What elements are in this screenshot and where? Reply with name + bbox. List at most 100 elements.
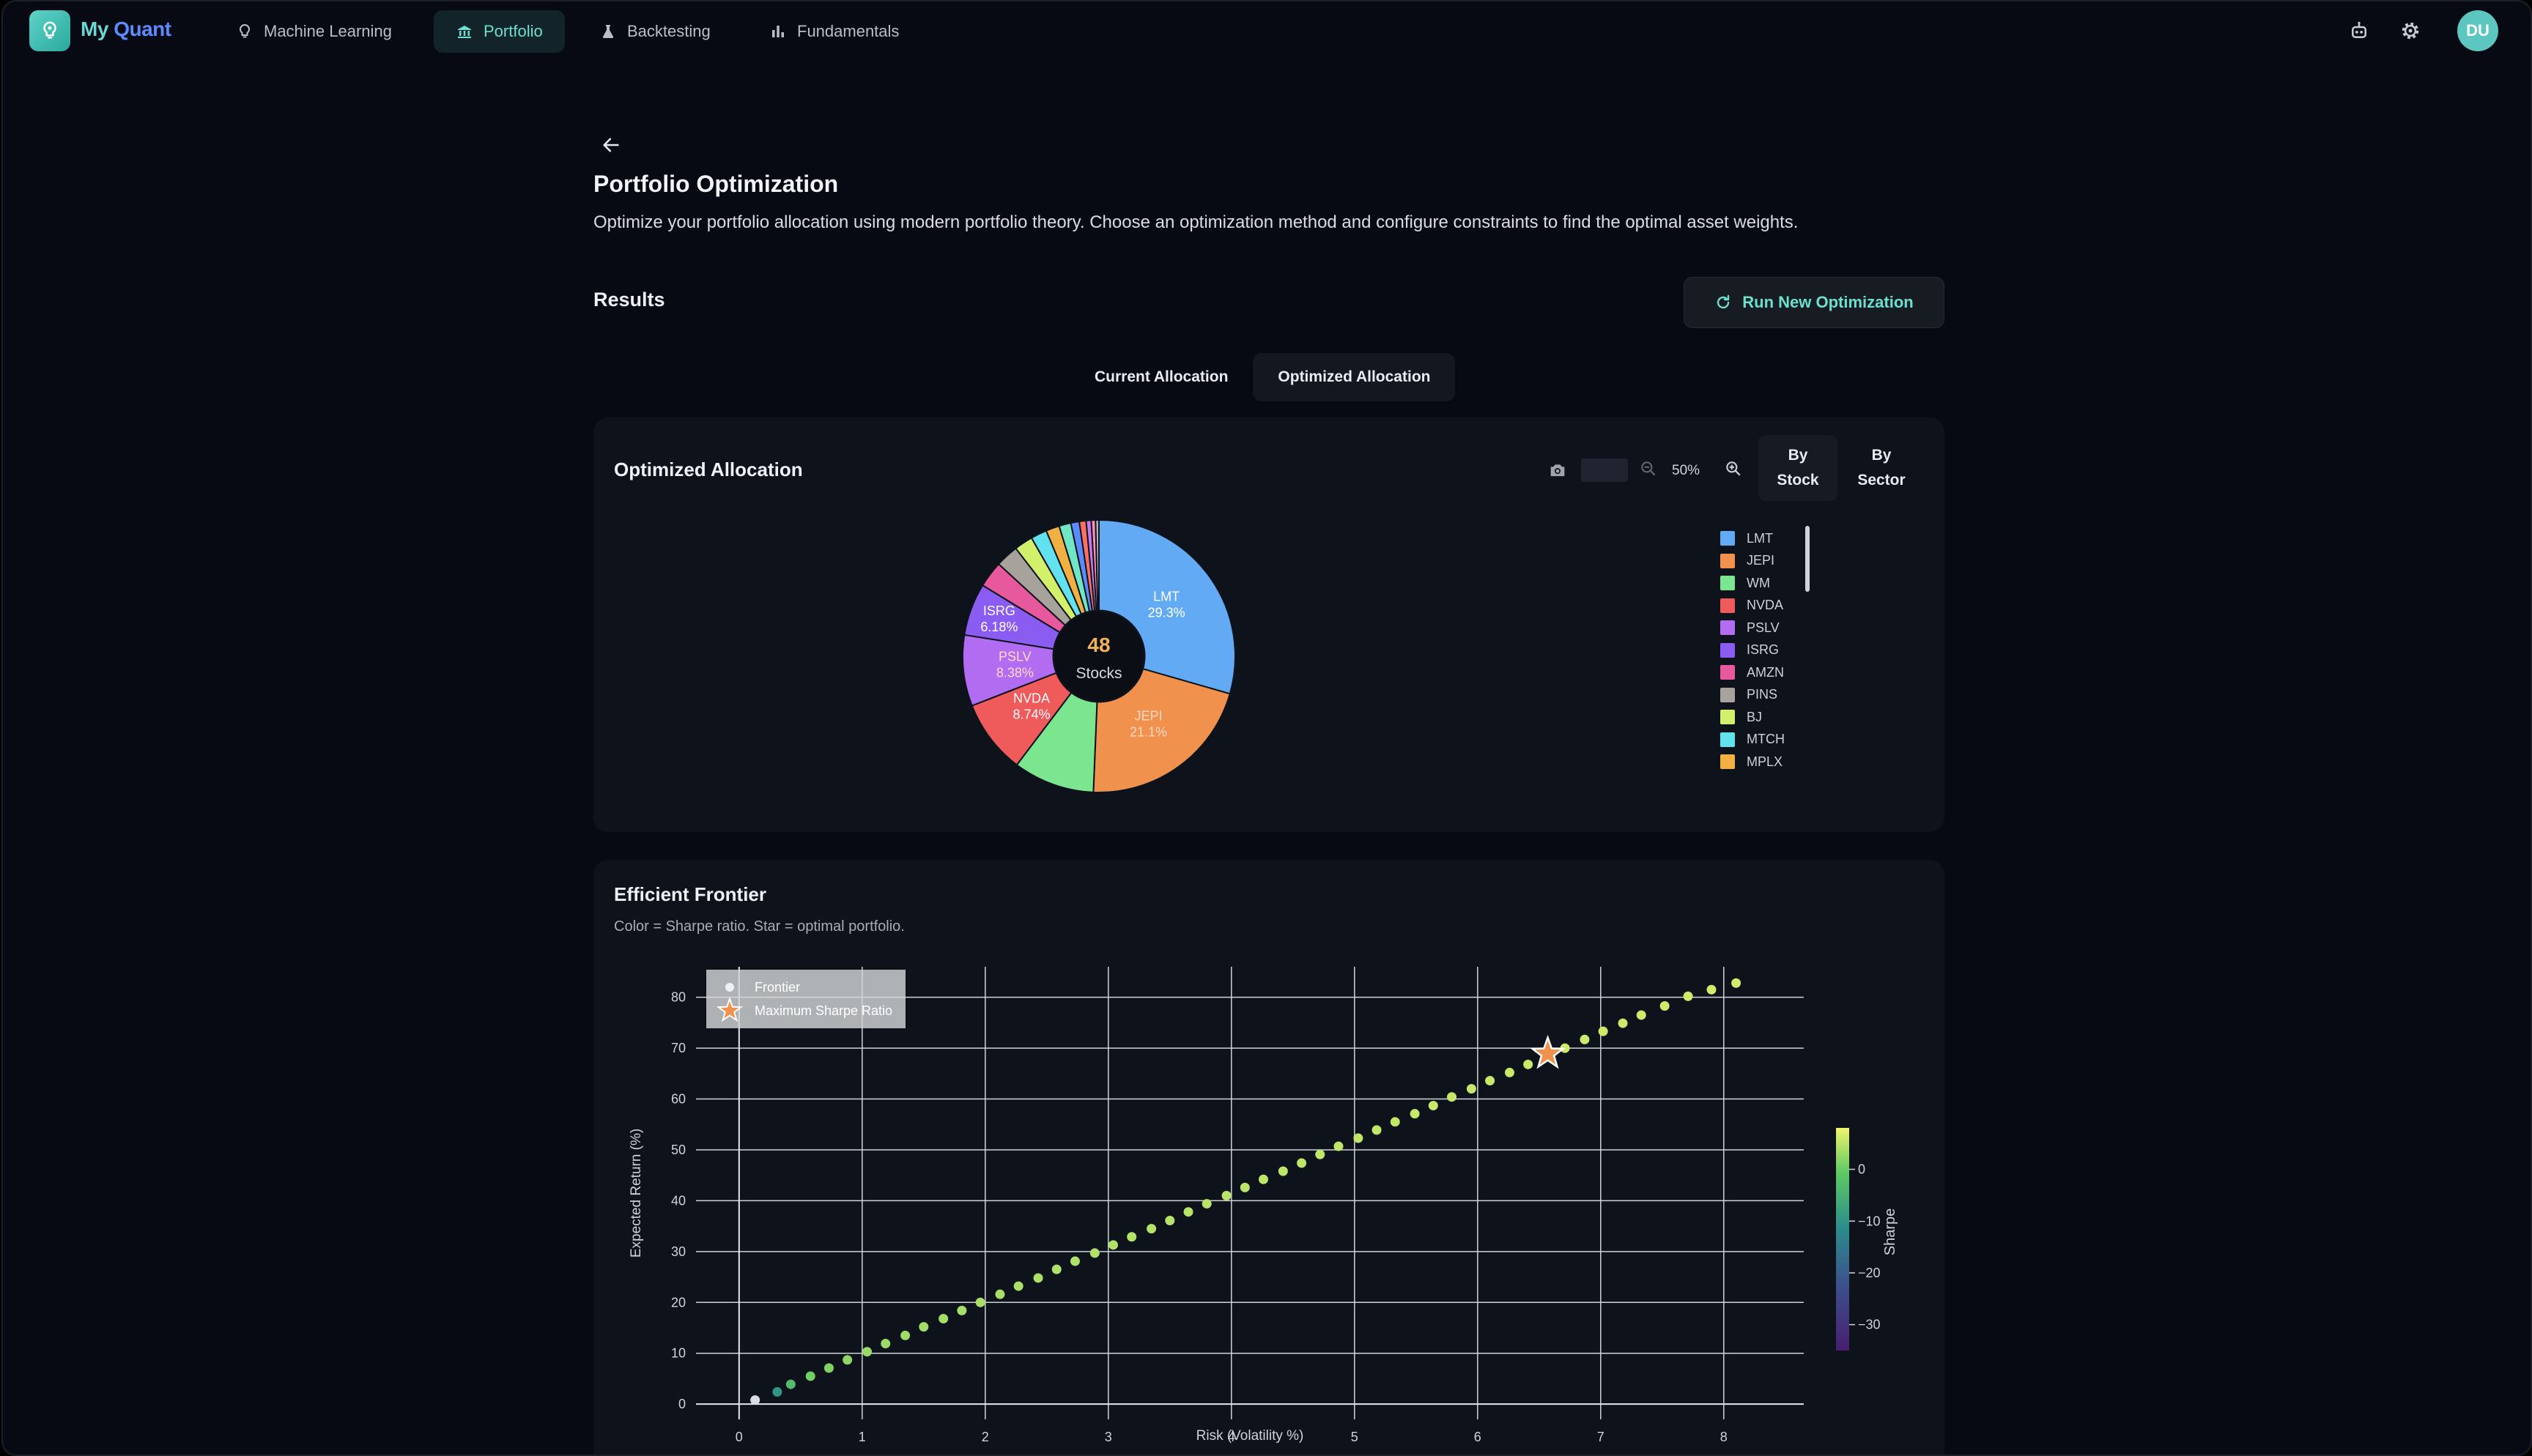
frontier-point (1333, 1141, 1344, 1151)
brand-name[interactable]: My Quant (81, 18, 171, 41)
colorbar-tick-label: −10 (1858, 1214, 1881, 1228)
robot-button[interactable] (2346, 18, 2372, 44)
allocation-pie-chart: LMT 29.3% JEPI21.1% NVDA8.74% PSLV8.38% ISRG 6… (962, 519, 1236, 793)
pie-slice-percent: 6.18% (980, 620, 1018, 634)
frontier-point (1636, 1010, 1646, 1020)
frontier-point (1659, 1000, 1670, 1011)
frontier-point (823, 1363, 834, 1373)
frontier-point (957, 1305, 967, 1315)
nav-machine-learning[interactable]: Machine Learning (214, 10, 414, 53)
by-sector-toggle[interactable]: By Sector (1842, 435, 1921, 501)
frontier-point (1466, 1084, 1476, 1094)
sharpe-colorbar (1836, 1128, 1849, 1351)
legend-item-jepi[interactable]: JEPI (1720, 550, 1788, 573)
frontier-point (1580, 1034, 1590, 1044)
x-tick-label: 7 (1597, 1430, 1604, 1444)
frontier-point (750, 1395, 760, 1405)
legend-label: PSLV (1747, 620, 1780, 635)
legend-scrollbar[interactable] (1805, 526, 1810, 592)
frontier-card-title: Efficient Frontier (614, 883, 767, 905)
zoom-in-button[interactable] (1719, 454, 1748, 483)
frontier-point (975, 1297, 985, 1307)
frontier-point (1297, 1158, 1307, 1168)
efficient-frontier-chart: 0 1 2 3 4 5 6 7 801020304050607080Risk (Volatili… (629, 967, 1898, 1444)
donut-center-label: Stocks (1076, 665, 1122, 682)
refresh-icon (1717, 294, 1730, 309)
camera-icon (1550, 464, 1565, 477)
legend-item-mtch[interactable]: MTCH (1720, 729, 1788, 751)
legend-label-max-sharpe: Maximum Sharpe Ratio (755, 1003, 892, 1018)
x-tick-label: 8 (1720, 1430, 1728, 1444)
frontier-point (1258, 1174, 1268, 1184)
zoom-out-button[interactable] (1634, 454, 1663, 483)
nav-label: Portfolio (484, 22, 543, 40)
brand-name-part2: Quant (114, 18, 171, 40)
optimal-portfolio-star[interactable] (1530, 1034, 1566, 1069)
frontier-point (881, 1339, 891, 1349)
x-tick-label: 0 (736, 1430, 743, 1444)
zoom-slider[interactable] (1581, 458, 1628, 482)
legend-item-wm[interactable]: WM (1720, 572, 1788, 595)
allocation-legend: LMTJEPIWMNVDAPSLVISRGAMZNPINSBJMTCHMPLXL… (1720, 527, 1788, 769)
frontier-point (1683, 991, 1693, 1001)
gear-icon (2402, 22, 2419, 40)
allocation-tabs: Current Allocation Optimized Allocation (1070, 353, 1456, 401)
y-tick-label: 0 (678, 1397, 686, 1411)
toggle-line2: Sector (1857, 472, 1906, 489)
tab-optimized-allocation[interactable]: Optimized Allocation (1253, 353, 1456, 401)
legend-swatch (1720, 687, 1735, 702)
frontier-point (1127, 1232, 1137, 1242)
frontier-point (919, 1322, 929, 1332)
legend-item-nvda[interactable]: NVDA (1720, 595, 1788, 617)
frontier-point (1504, 1067, 1514, 1077)
nav-fundamentals[interactable]: Fundamentals (747, 10, 921, 53)
legend-item-bj[interactable]: BJ (1720, 706, 1788, 729)
legend-swatch (1720, 531, 1735, 546)
y-axis-label: Expected Return (%) (629, 1129, 644, 1258)
frontier-point (1390, 1117, 1400, 1127)
legend-item-lmt[interactable]: LMT (1720, 527, 1788, 550)
legend-label: WM (1747, 575, 1770, 590)
frontier-point (1731, 978, 1741, 988)
page-title: Portfolio Optimization (593, 171, 839, 197)
download-image-button[interactable] (1543, 456, 1572, 485)
frontier-point (1202, 1199, 1212, 1209)
legend-item-amzn[interactable]: AMZN (1720, 661, 1788, 684)
legend-label: BJ (1747, 709, 1763, 724)
legend-label: PINS (1747, 687, 1778, 702)
legend-item-isrg[interactable]: ISRG (1720, 639, 1788, 662)
pie-slice-percent: 8.74% (1013, 707, 1051, 722)
y-tick-label: 80 (671, 990, 686, 1005)
colorbar-tick-label: −30 (1858, 1318, 1881, 1332)
legend-item-pins[interactable]: PINS (1720, 684, 1788, 707)
run-new-optimization-button[interactable]: Run New Optimization (1684, 277, 1944, 328)
brand-logo[interactable] (29, 10, 70, 51)
nav-backtesting[interactable]: Backtesting (577, 10, 733, 53)
frontier-point (995, 1289, 1005, 1299)
frontier-point (939, 1314, 949, 1324)
legend-label: MPLX (1747, 754, 1783, 769)
back-button[interactable] (595, 129, 627, 161)
nav-portfolio[interactable]: Portfolio (434, 10, 565, 53)
robot-icon (2352, 21, 2366, 38)
brain-logo-icon (43, 21, 56, 39)
user-avatar[interactable]: DU (2457, 10, 2498, 51)
frontier-point (900, 1330, 911, 1340)
toggle-line1: By (1871, 447, 1892, 464)
bar-chart-icon (772, 26, 784, 37)
by-stock-toggle[interactable]: By Stock (1758, 435, 1837, 501)
frontier-point (1618, 1018, 1628, 1028)
run-button-label: Run New Optimization (1742, 293, 1914, 311)
y-tick-label: 10 (671, 1346, 686, 1361)
settings-button[interactable] (2397, 18, 2424, 44)
legend-item-mplx[interactable]: MPLX (1720, 751, 1788, 769)
legend-item-pslv[interactable]: PSLV (1720, 617, 1788, 639)
legend-swatch (1720, 553, 1735, 568)
y-tick-label: 30 (671, 1244, 686, 1259)
toggle-line1: By (1788, 447, 1808, 464)
frontier-point (1410, 1109, 1420, 1119)
legend-label: JEPI (1747, 553, 1775, 568)
legend-swatch (1720, 620, 1735, 636)
pie-slice-percent: 29.3% (1148, 606, 1185, 620)
tab-current-allocation[interactable]: Current Allocation (1070, 353, 1253, 401)
